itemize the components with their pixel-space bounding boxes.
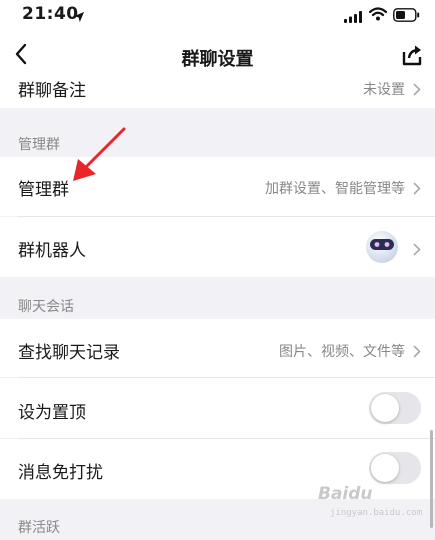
pin-toggle[interactable] [369,392,421,424]
toggle-knob [371,454,399,482]
toggle-knob [371,394,399,422]
watermark-brand: Baidu [318,484,373,504]
cellular-signal-icon [344,8,362,27]
row-label: 群聊备注 [18,81,86,101]
section-header-manage: 管理群 [18,137,60,153]
chevron-right-icon [413,241,421,260]
status-time: 21:40 [22,4,79,24]
row-label: 管理群 [18,180,69,200]
location-arrow-icon [73,8,85,27]
row-value: 未设置 [363,82,405,98]
robot-avatar-icon [365,230,399,264]
section-header-activity: 群活跃 [18,520,60,536]
row-group-robot[interactable]: 群机器人 [0,217,435,277]
watermark-site: jingyan.baidu.com [330,508,423,518]
chevron-right-icon [413,180,421,199]
wifi-icon [368,6,388,25]
row-group-remark[interactable]: 群聊备注 未设置 [0,81,435,108]
row-value: 图片、视频、文件等 [279,344,405,360]
chevron-right-icon [413,343,421,362]
share-icon[interactable] [400,44,424,70]
row-pin-chat: 设为置顶 [0,378,435,438]
battery-icon [393,7,420,26]
status-bar: 21:40 [0,0,435,30]
row-label: 查找聊天记录 [18,343,120,363]
scrollbar[interactable] [430,430,433,528]
mute-toggle[interactable] [369,452,421,484]
chevron-right-icon [413,81,421,100]
page-title: 群聊设置 [181,49,254,70]
section-header-chat: 聊天会话 [18,299,74,315]
row-label: 群机器人 [18,241,86,261]
row-label: 设为置顶 [18,403,86,423]
row-label: 消息免打扰 [18,463,103,483]
nav-bar: 群聊设置 [0,30,435,82]
row-search-history[interactable]: 查找聊天记录 图片、视频、文件等 [0,319,435,377]
red-arrow-icon [68,126,128,190]
row-value: 加群设置、智能管理等 [265,181,405,197]
row-manage-group[interactable]: 管理群 加群设置、智能管理等 [0,157,435,216]
